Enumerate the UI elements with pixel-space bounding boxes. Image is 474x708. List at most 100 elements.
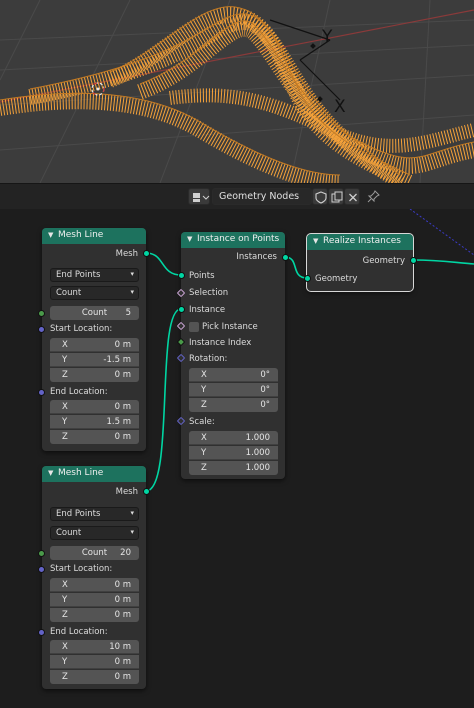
pick-instance-label: Pick Instance [202, 322, 258, 332]
axis-label: Z [62, 610, 68, 620]
end-z-field[interactable]: Z 0 m [50, 670, 139, 684]
duplicate-button[interactable] [328, 188, 344, 205]
editor-type-button[interactable] [188, 188, 210, 205]
axis-value: 0 m [114, 402, 131, 412]
axis-value: 0 m [114, 595, 131, 605]
instances-output-label: Instances [236, 252, 277, 262]
end-location-row: End Location: [42, 625, 146, 639]
start-location-row: Start Location: [42, 322, 146, 336]
axis-label: Z [62, 370, 68, 380]
start-location-label: Start Location: [50, 324, 113, 334]
axis-label: X [201, 433, 207, 443]
start-x-field[interactable]: X 0 m [50, 578, 139, 592]
mesh-line-node-1[interactable]: ▼ Mesh Line Mesh End Points ▾ Count ▾ Count… [42, 228, 146, 451]
count-mode-dropdown[interactable]: Count ▾ [50, 286, 139, 300]
chevron-down-icon: ▾ [130, 270, 134, 278]
node-editor-canvas[interactable]: ▼ Mesh Line Mesh End Points ▾ Count ▾ Count… [0, 209, 474, 708]
axis-value: 0° [260, 400, 270, 410]
end-x-field[interactable]: X 10 m [50, 640, 139, 654]
3d-viewport[interactable]: Y X [0, 0, 474, 183]
start-location-row: Start Location: [42, 562, 146, 576]
instance-input-label: Instance [189, 305, 226, 315]
selection-input-label: Selection [189, 288, 229, 298]
start-location-socket-1[interactable] [38, 326, 45, 333]
instance-on-points-node[interactable]: ▼ Instance on Points Instances Points Sel… [181, 232, 285, 479]
node-header[interactable]: ▼ Mesh Line [42, 466, 146, 482]
scale-x-field[interactable]: X 1.000 [189, 431, 278, 445]
collapse-chevron-icon[interactable]: ▼ [48, 469, 58, 477]
end-x-field[interactable]: X 0 m [50, 400, 139, 414]
node-header[interactable]: ▼ Instance on Points [181, 232, 285, 248]
end-location-row: End Location: [42, 385, 146, 399]
end-location-socket-1[interactable] [38, 389, 45, 396]
points-input-socket[interactable] [178, 272, 185, 279]
instance-input-row: Instance [181, 303, 285, 317]
realize-instances-node[interactable]: ▼ Realize Instances Geometry Geometry [306, 233, 414, 292]
start-location-socket-2[interactable] [38, 566, 45, 573]
start-y-field[interactable]: Y 0 m [50, 593, 139, 607]
node-header[interactable]: ▼ Mesh Line [42, 228, 146, 244]
node-title: Mesh Line [58, 230, 104, 240]
mode-dropdown[interactable]: End Points ▾ [50, 507, 139, 521]
mode-value: End Points [56, 509, 101, 519]
end-y-field[interactable]: Y 0 m [50, 655, 139, 669]
end-location-label: End Location: [50, 387, 108, 397]
count-input-socket-1[interactable] [38, 310, 45, 317]
collapse-chevron-icon[interactable]: ▼ [48, 231, 58, 239]
axis-value: 0 m [114, 432, 131, 442]
points-input-row: Points [181, 269, 285, 283]
count-input-socket-2[interactable] [38, 550, 45, 557]
geometry-input-label: Geometry [315, 274, 358, 284]
count-field[interactable]: Count 5 [50, 306, 139, 320]
count-mode-dropdown[interactable]: Count ▾ [50, 526, 139, 540]
node-tree-name-field[interactable]: Geometry Nodes [212, 188, 312, 205]
mesh-output-label: Mesh [115, 249, 138, 259]
mesh-output-socket-2[interactable] [143, 488, 150, 495]
end-location-socket-2[interactable] [38, 629, 45, 636]
node-header[interactable]: ▼ Realize Instances [307, 234, 413, 250]
start-y-field[interactable]: Y -1.5 m [50, 353, 139, 367]
mesh-line-node-2[interactable]: ▼ Mesh Line Mesh End Points ▾ Count ▾ Count… [42, 466, 146, 689]
geometry-output-label: Geometry [362, 256, 405, 266]
end-y-field[interactable]: Y 1.5 m [50, 415, 139, 429]
start-z-field[interactable]: Z 0 m [50, 368, 139, 382]
instances-output-socket[interactable] [282, 254, 289, 261]
start-z-field[interactable]: Z 0 m [50, 608, 139, 622]
unlink-button[interactable] [344, 188, 360, 205]
axis-value: 0 m [114, 580, 131, 590]
pin-button[interactable] [366, 188, 382, 205]
axis-value: 0° [260, 370, 270, 380]
chevron-down-icon: ▾ [130, 528, 134, 536]
start-x-field[interactable]: X 0 m [50, 338, 139, 352]
node-title: Mesh Line [58, 468, 104, 478]
node-title: Instance on Points [197, 234, 280, 244]
mode-dropdown[interactable]: End Points ▾ [50, 268, 139, 282]
scale-z-field[interactable]: Z 1.000 [189, 461, 278, 475]
end-z-field[interactable]: Z 0 m [50, 430, 139, 444]
axis-label: Z [62, 432, 68, 442]
axis-value: 0 m [114, 370, 131, 380]
instance-input-socket[interactable] [178, 306, 185, 313]
axis-label: Y [62, 355, 68, 365]
realize-output-socket[interactable] [410, 257, 417, 264]
count-field[interactable]: Count 20 [50, 546, 139, 560]
chevron-down-icon: ▾ [130, 509, 134, 517]
geometry-input-row: Geometry [307, 272, 413, 286]
node-editor-header: Geometry Nodes [0, 183, 474, 209]
frame-edge-line [409, 209, 474, 256]
rotation-x-field[interactable]: X 0° [189, 368, 278, 382]
axis-label: Y [62, 657, 68, 667]
fake-user-button[interactable] [312, 188, 328, 205]
realize-input-socket[interactable] [304, 275, 311, 282]
mesh-output-socket-1[interactable] [143, 250, 150, 257]
axis-label: Z [62, 672, 68, 682]
scale-label: Scale: [189, 417, 215, 427]
rotation-z-field[interactable]: Z 0° [189, 398, 278, 412]
scale-y-field[interactable]: Y 1.000 [189, 446, 278, 460]
collapse-chevron-icon[interactable]: ▼ [313, 237, 323, 245]
instance-index-label: Instance Index [189, 338, 252, 348]
rotation-y-field[interactable]: Y 0° [189, 383, 278, 397]
points-input-label: Points [189, 271, 215, 281]
collapse-chevron-icon[interactable]: ▼ [187, 235, 197, 243]
selection-input-row: Selection [181, 286, 285, 300]
